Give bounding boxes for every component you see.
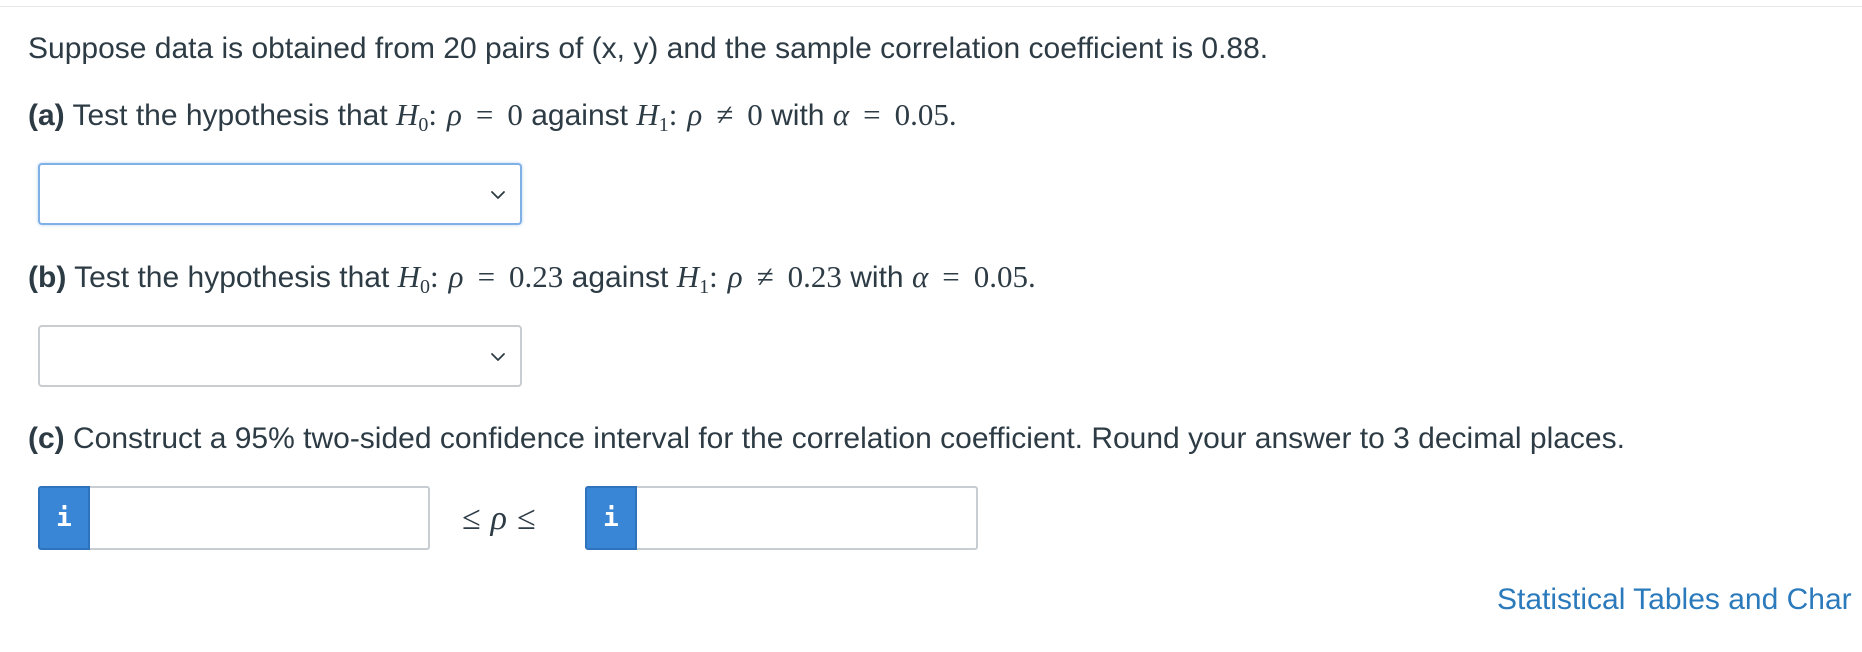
top-divider — [0, 6, 1862, 7]
part-a-text: Test the hypothesis that — [72, 99, 388, 132]
chevron-down-icon — [491, 191, 505, 199]
part-c-label: (c) — [28, 422, 65, 455]
interval-inequality: ≤ ρ ≤ — [462, 500, 536, 537]
part-a-label: (a) — [28, 99, 65, 132]
part-b-with: with — [850, 261, 904, 294]
part-a-alt-hypothesis: H1: ρ ≠ 0 — [636, 97, 763, 136]
part-b-text: Test the hypothesis that — [74, 261, 390, 294]
part-b-alt-hypothesis: H1: ρ ≠ 0.23 — [676, 259, 842, 298]
lower-bound-input[interactable] — [90, 486, 430, 550]
part-c-text: Construct a 95% two-sided confidence int… — [73, 422, 1625, 455]
part-c-prompt: (c) Construct a 95% two-sided confidence… — [28, 419, 1625, 459]
upper-bound-info-icon[interactable]: i — [585, 486, 637, 550]
part-b-null-hypothesis: H0: ρ = 0.23 — [397, 259, 564, 298]
part-a-answer-select[interactable] — [38, 163, 522, 225]
chevron-down-icon — [491, 353, 505, 361]
part-b-prompt: (b) Test the hypothesis that H0: ρ = 0.23 a… — [28, 257, 1036, 298]
part-b-alpha: α = 0.05. — [911, 259, 1036, 294]
part-b-against: against — [571, 261, 669, 294]
part-a-null-hypothesis: H0: ρ = 0 — [396, 97, 523, 136]
part-a-alpha: α = 0.05. — [832, 97, 957, 132]
part-a-against: against — [531, 99, 628, 132]
problem-statement: Suppose data is obtained from 20 pairs o… — [28, 32, 1269, 65]
statistical-tables-link[interactable]: Statistical Tables and Char — [1497, 580, 1852, 620]
lower-bound-info-icon[interactable]: i — [38, 486, 90, 550]
part-a-with: with — [771, 99, 825, 132]
part-a-prompt: (a) Test the hypothesis that H0: ρ = 0 agai… — [28, 95, 957, 136]
part-b-answer-select[interactable] — [38, 325, 522, 387]
upper-bound-input[interactable] — [637, 486, 978, 550]
part-b-label: (b) — [28, 261, 67, 294]
